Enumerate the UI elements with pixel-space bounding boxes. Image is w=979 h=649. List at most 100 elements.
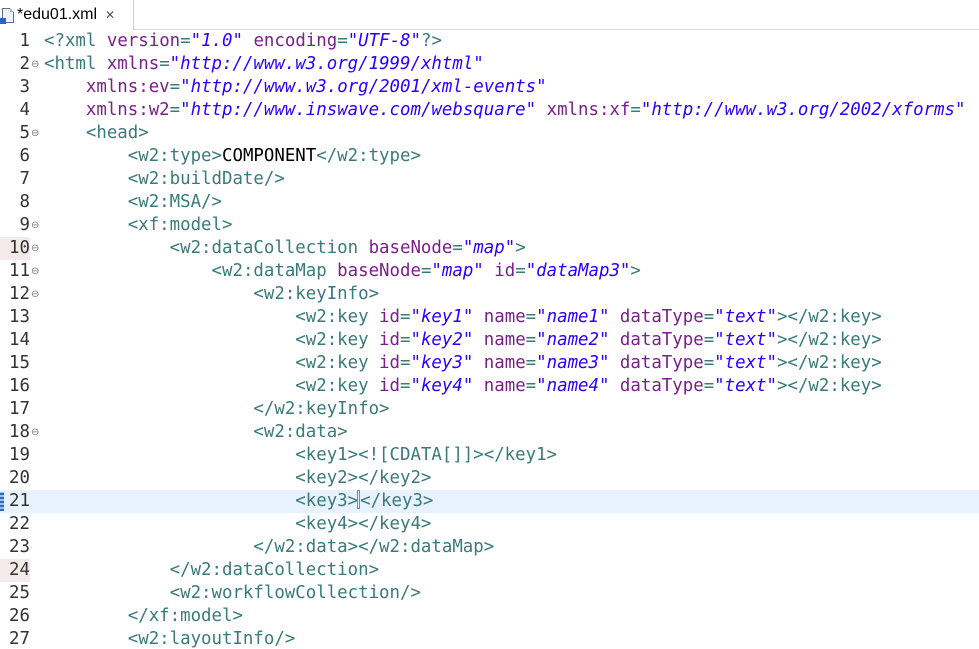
code-token: name (473, 353, 526, 373)
code-token: "name2" (536, 330, 610, 350)
code-text: <w2:layoutInfo/> (44, 628, 296, 649)
tab-title: *edu01.xml (17, 6, 98, 23)
code-line[interactable]: 19 <key1><![CDATA[]]></key1> (0, 444, 979, 467)
code-line[interactable]: 16 <w2:key id="key4" name="name4" dataTy… (0, 375, 979, 398)
code-token: <key1><![CDATA[]]></key1> (295, 445, 558, 465)
code-line[interactable]: 12 ⊖ <w2:keyInfo> (0, 283, 979, 306)
code-token: "text" (714, 353, 777, 373)
line-number: 21 (0, 490, 30, 513)
line-number: 24 (0, 559, 30, 582)
code-line[interactable]: 7 <w2:buildDate/> (0, 168, 979, 191)
fold-toggle-icon[interactable]: ⊖ (31, 421, 42, 444)
code-token: = (630, 100, 641, 120)
fold-toggle-icon[interactable]: ⊖ (31, 283, 42, 306)
code-line[interactable]: 18 ⊖ <w2:data> (0, 421, 979, 444)
code-text: <key3> </key3> (44, 490, 433, 513)
code-line[interactable]: 11 ⊖ <w2:dataMap baseNode="map" id="dataM… (0, 260, 979, 283)
code-token: "name4" (536, 376, 610, 396)
code-line[interactable]: 22 <key4></key4> (0, 513, 979, 536)
line-number: 25 (9, 583, 30, 603)
code-token: baseNode (368, 238, 453, 258)
code-token: xmlns:xf (536, 100, 631, 120)
line-number: 14 (9, 330, 30, 350)
code-line[interactable]: 25 <w2:workflowCollection/> (0, 582, 979, 605)
code-line[interactable]: 13 <w2:key id="key1" name="name1" dataTy… (0, 306, 979, 329)
code-token: = (525, 353, 537, 373)
fold-toggle-icon[interactable]: ⊖ (31, 260, 42, 283)
code-line[interactable]: 23 </w2:data></w2:dataMap> (0, 536, 979, 559)
code-line[interactable]: 17 </w2:keyInfo> (0, 398, 979, 421)
code-token: <w2:key (295, 307, 380, 327)
code-text: <w2:workflowCollection/> (44, 582, 421, 605)
code-token: = (420, 261, 432, 281)
code-token: id (379, 353, 400, 373)
code-token: <? (44, 31, 65, 51)
code-line[interactable]: 14 <w2:key id="key2" name="name2" dataTy… (0, 329, 979, 352)
code-token: "key3" (410, 353, 474, 373)
code-line[interactable]: 24 </w2:dataCollection> (0, 559, 979, 582)
code-line[interactable]: 1 <?xml version="1.0" encoding="UTF-8"?> (0, 30, 979, 53)
code-token: = (400, 330, 411, 350)
code-token: <head> (85, 123, 149, 143)
code-token: = (703, 307, 715, 327)
line-number: 18 (9, 422, 30, 442)
code-token: "http://www.inswave.com/websquare" (180, 100, 537, 120)
code-line[interactable]: 8 <w2:MSA/> (0, 191, 979, 214)
fold-toggle-icon[interactable]: ⊖ (31, 237, 42, 260)
code-token: id (379, 307, 400, 327)
code-token: = (525, 376, 537, 396)
fold-toggle-icon[interactable]: ⊖ (31, 122, 42, 145)
code-line[interactable]: 15 <w2:key id="key3" name="name3" dataTy… (0, 352, 979, 375)
line-number: 11 (9, 261, 30, 281)
line-number: 1 (19, 31, 30, 51)
code-token: dataType (609, 376, 704, 396)
close-icon[interactable]: ✕ (105, 8, 115, 22)
code-line[interactable]: 9 ⊖ <xf:model> (0, 214, 979, 237)
code-line[interactable]: 3 xmlns:ev="http://www.w3.org/2001/xml-e… (0, 76, 979, 99)
code-token: ></w2:key> (777, 353, 882, 373)
code-line[interactable]: 10 ⊖ <w2:dataCollection baseNode="map"> (0, 237, 979, 260)
fold-toggle-icon[interactable]: ⊖ (31, 53, 42, 76)
code-token: "http://www.w3.org/2002/xforms" (640, 100, 966, 120)
code-text: <w2:type>COMPONENT</w2:type> (44, 145, 421, 168)
code-line[interactable]: 5 ⊖ <head> (0, 122, 979, 145)
code-token: ?> (421, 31, 442, 51)
tab-edu01-xml[interactable]: *edu01.xml ✕ (0, 0, 134, 30)
code-token: dataType (609, 330, 704, 350)
code-text: <key2></key2> (44, 467, 431, 490)
line-number: 7 (19, 169, 30, 189)
code-token: encoding (242, 31, 338, 51)
code-line[interactable]: 2 ⊖ <html xmlns="http://www.w3.org/1999/xh… (0, 53, 979, 76)
code-token: </w2:keyInfo> (253, 399, 390, 419)
code-token: = (525, 307, 537, 327)
code-text: <?xml version="1.0" encoding="UTF-8"?> (44, 30, 442, 53)
line-number: 16 (9, 376, 30, 396)
code-text: <w2:keyInfo> (44, 283, 379, 306)
code-line[interactable]: 4 xmlns:w2="http://www.inswave.com/websq… (0, 99, 979, 122)
code-token: dataType (609, 307, 704, 327)
code-token: <key3> (295, 491, 359, 511)
code-line[interactable]: 26 </xf:model> (0, 605, 979, 628)
code-token: id (379, 376, 400, 396)
code-editor[interactable]: 1 <?xml version="1.0" encoding="UTF-8"?> 2… (0, 30, 979, 649)
line-number: 15 (9, 353, 30, 373)
code-line[interactable]: 21 <key3> </key3> (0, 490, 979, 513)
code-token: <w2:type> (127, 146, 222, 166)
code-line[interactable]: 27 <w2:layoutInfo/> (0, 628, 979, 649)
code-text: <html xmlns="http://www.w3.org/1999/xhtm… (44, 53, 484, 76)
code-line[interactable]: 20 <key2></key2> (0, 467, 979, 490)
code-token: <w2:key (295, 376, 380, 396)
code-token: <w2:layoutInfo/> (127, 629, 296, 649)
code-text: <w2:key id="key2" name="name2" dataType=… (44, 329, 882, 352)
code-text: <key1><![CDATA[]]></key1> (44, 444, 557, 467)
code-token: ></w2:key> (777, 330, 882, 350)
code-line[interactable]: 6 <w2:type>COMPONENT</w2:type> (0, 145, 979, 168)
code-token: </w2:type> (316, 146, 421, 166)
code-token: name (473, 307, 526, 327)
fold-toggle-icon[interactable]: ⊖ (31, 214, 42, 237)
